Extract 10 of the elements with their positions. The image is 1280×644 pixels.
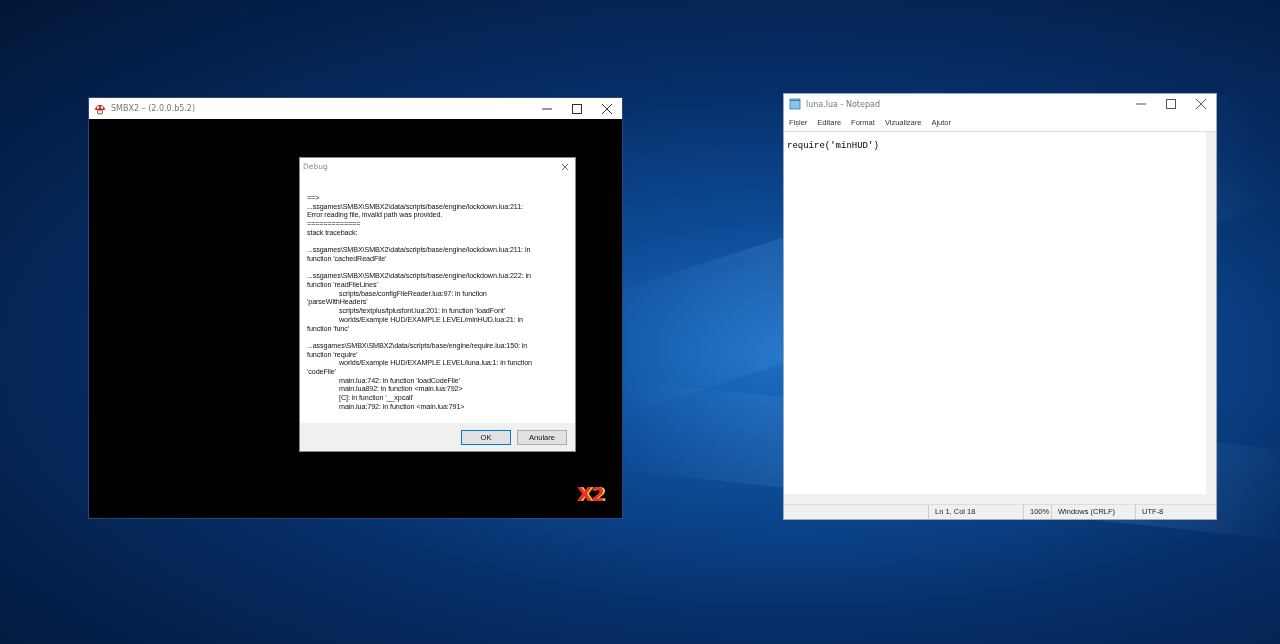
editor-text: require('minHUD')	[787, 141, 879, 151]
horizontal-scrollbar[interactable]	[784, 494, 1216, 504]
window-title: SMBX2 – (2.0.0.b5.2)	[111, 104, 197, 113]
close-icon[interactable]	[561, 162, 569, 171]
window-title: luna.lua - Notepad	[806, 99, 881, 109]
mushroom-icon	[94, 102, 106, 115]
vertical-scrollbar[interactable]	[1206, 132, 1216, 494]
x2-logo: X2	[576, 482, 604, 506]
notepad-icon	[789, 98, 801, 110]
text-editor[interactable]: require('minHUD')	[784, 132, 1206, 494]
